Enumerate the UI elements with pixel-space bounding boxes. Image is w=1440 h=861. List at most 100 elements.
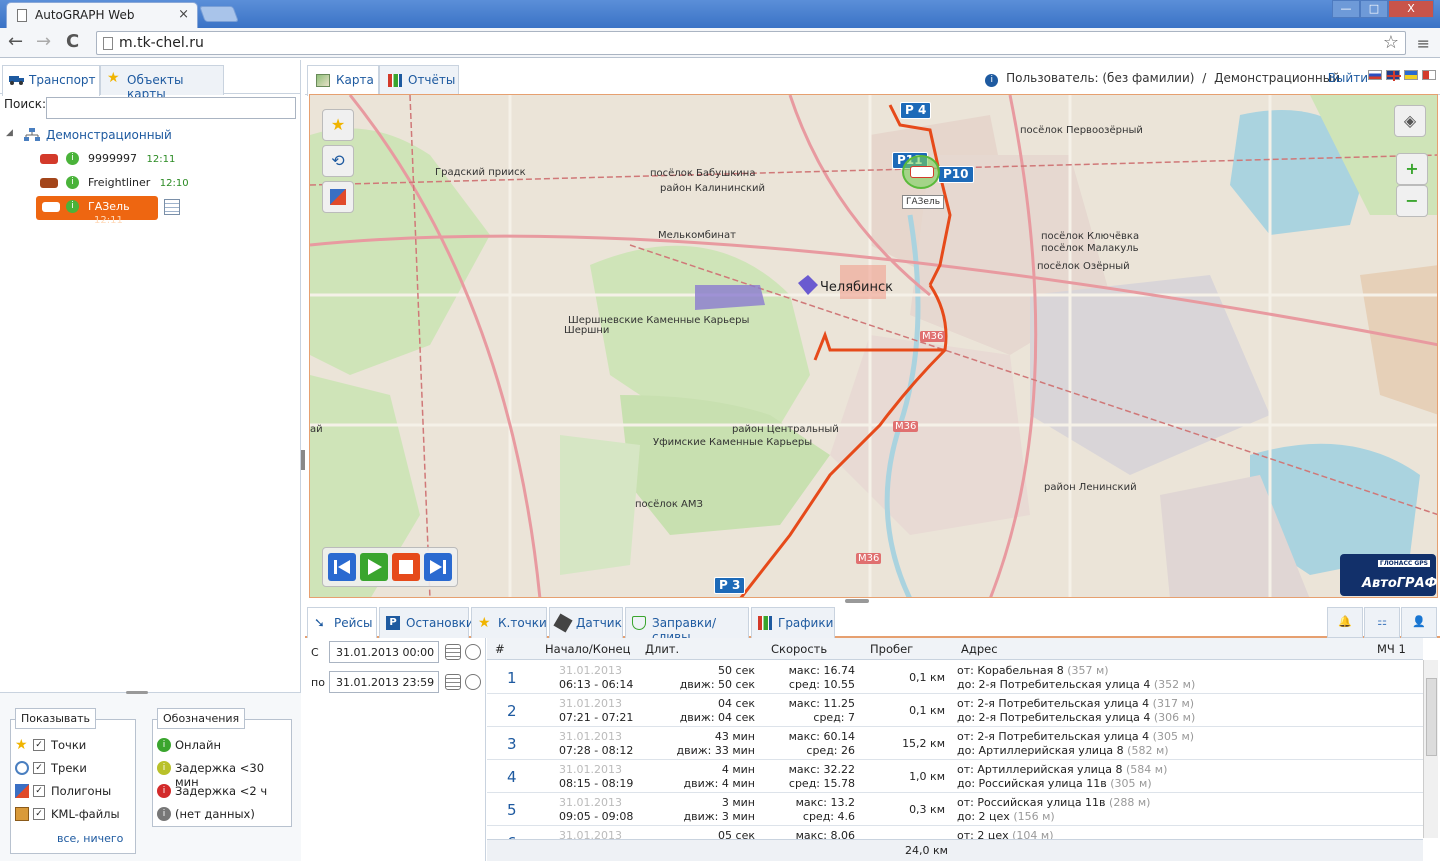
show-kml-row[interactable]: ✓ KML-файлы <box>11 803 135 826</box>
map-label: посёлок Бабушкина <box>650 168 756 179</box>
vehicle-item[interactable]: i 9999997 12:11 <box>4 148 298 172</box>
tab-stops[interactable]: P Остановки <box>379 607 474 638</box>
star-icon: ★ <box>15 737 28 753</box>
address-bar[interactable]: m.tk-chel.ru ☆ <box>96 31 1406 55</box>
close-tab-icon[interactable]: × <box>178 7 189 22</box>
flag-ua-icon[interactable] <box>1404 70 1418 80</box>
new-tab-button[interactable] <box>199 6 239 22</box>
tab-reports[interactable]: Отчёты <box>379 65 459 95</box>
parking-marker[interactable]: P 4 <box>900 102 932 119</box>
col-header[interactable]: Адрес <box>961 642 998 656</box>
tab-charts[interactable]: Графики <box>751 607 835 638</box>
tab-sensor[interactable]: Датчик <box>549 607 623 638</box>
tab-map[interactable]: Карта <box>307 65 379 96</box>
zoom-out-button[interactable]: − <box>1396 185 1428 217</box>
maximize-button[interactable]: □ <box>1360 0 1388 18</box>
clock-icon[interactable] <box>465 674 481 690</box>
favorite-points-button[interactable]: ★ <box>322 109 354 141</box>
user-button[interactable]: 👤 <box>1401 607 1437 638</box>
col-header[interactable]: Скорость <box>771 642 827 656</box>
forward-icon[interactable]: → <box>36 32 51 52</box>
browser-tab[interactable]: AutoGRAPH Web × <box>6 2 198 28</box>
trip-moving-duration: движ: 33 мин <box>676 744 755 757</box>
col-header[interactable]: Начало/Конец <box>545 642 630 656</box>
browser-toolbar: ← → C m.tk-chel.ru ☆ ≡ <box>0 28 1440 58</box>
forward-end-button[interactable] <box>424 553 452 581</box>
legend-delay-2h-label: Задержка <2 ч <box>175 784 268 798</box>
date-from-input[interactable]: 31.01.2013 00:00 <box>329 641 439 663</box>
minimize-button[interactable]: — <box>1332 0 1360 18</box>
kml-checkbox[interactable]: ✓ <box>33 808 45 820</box>
table-scrollbar[interactable] <box>1423 660 1438 838</box>
table-row[interactable]: 5 31.01.2013 09:05 - 09:08 3 мин движ: 3 мин… <box>487 793 1423 826</box>
col-header[interactable]: МЧ 1 <box>1377 642 1406 656</box>
hierarchy-button[interactable]: ⚏ <box>1364 607 1400 638</box>
polygons-checkbox[interactable]: ✓ <box>33 785 45 797</box>
left-tabs: Транспорт ★ Объекты карты <box>0 62 301 101</box>
close-window-button[interactable]: X <box>1388 0 1434 18</box>
tab-map-objects[interactable]: ★ Объекты карты <box>100 65 224 101</box>
stop-button[interactable] <box>392 553 420 581</box>
parking-marker[interactable]: P 3 <box>714 577 746 594</box>
flag-en-icon[interactable] <box>1386 70 1401 81</box>
left-bottom-panel: Показывать ★ ✓ Точки ✓ Треки ✓ Полигоны … <box>0 691 301 861</box>
bookmark-star-icon[interactable]: ☆ <box>1383 32 1399 53</box>
layers-button[interactable]: ◈ <box>1394 105 1426 137</box>
menu-icon[interactable]: ≡ <box>1417 34 1430 53</box>
vehicle-name: Freightliner <box>88 176 151 189</box>
tab-trips[interactable]: ➘ Рейсы <box>307 607 377 638</box>
status-offline-icon: i <box>157 784 171 798</box>
col-header[interactable]: Длит. <box>645 642 679 656</box>
polygons-button[interactable] <box>322 181 354 213</box>
map-label-city: Челябинск <box>820 280 894 295</box>
scrollbar-thumb[interactable] <box>1426 678 1437 756</box>
map-label: Градский прииск <box>435 167 526 178</box>
tracks-checkbox[interactable]: ✓ <box>33 762 45 774</box>
table-row[interactable]: 4 31.01.2013 08:15 - 08:19 4 мин движ: 4 мин… <box>487 760 1423 793</box>
col-header[interactable]: # <box>495 642 505 656</box>
tab-transport[interactable]: Транспорт <box>2 65 100 96</box>
map-splitter-handle[interactable] <box>845 599 869 603</box>
autograph-logo: ГЛОНАСС GPS АвтоГРАФ <box>1340 554 1437 596</box>
tab-refuels[interactable]: Заправки/сливы <box>625 607 749 644</box>
parking-marker[interactable]: P10 <box>938 166 974 183</box>
points-checkbox[interactable]: ✓ <box>33 739 45 751</box>
user-separator: / <box>1202 71 1207 85</box>
online-status-icon: i <box>66 176 79 189</box>
status-online-icon: i <box>157 738 171 752</box>
clock-icon[interactable] <box>465 644 481 660</box>
flag-other-icon[interactable] <box>1422 70 1436 80</box>
vehicle-details-icon[interactable] <box>164 199 180 215</box>
zoom-in-button[interactable]: + <box>1396 153 1428 185</box>
show-points-row[interactable]: ★ ✓ Точки <box>11 734 135 757</box>
alert-bell-button[interactable]: 🔔 <box>1327 607 1363 638</box>
show-polygons-row[interactable]: ✓ Полигоны <box>11 780 135 803</box>
logout-link[interactable]: Выйти <box>1328 71 1368 85</box>
play-button[interactable] <box>360 553 388 581</box>
search-input[interactable] <box>46 97 296 119</box>
vehicle-marker-icon[interactable] <box>902 155 940 189</box>
tracks-button[interactable]: ⟲ <box>322 145 354 177</box>
tab-checkpoints[interactable]: ★ К.точки <box>471 607 547 638</box>
table-row[interactable]: 2 31.01.2013 07:21 - 07:21 04 сек движ: 04 с… <box>487 694 1423 727</box>
date-to-input[interactable]: 31.01.2013 23:59 <box>329 671 439 693</box>
calendar-icon[interactable] <box>445 644 461 660</box>
table-row[interactable]: 1 31.01.2013 06:13 - 06:14 50 сек движ: 50 с… <box>487 661 1423 694</box>
calendar-icon[interactable] <box>445 674 461 690</box>
reload-icon[interactable]: C <box>66 32 79 52</box>
rewind-start-button[interactable] <box>328 553 356 581</box>
col-header[interactable]: Пробег <box>870 642 913 656</box>
resize-handle[interactable] <box>126 691 148 694</box>
table-row[interactable]: 3 31.01.2013 07:28 - 08:12 43 мин движ: 33 м… <box>487 727 1423 760</box>
main-area: Карта Отчёты i Пользователь: (без фамили… <box>305 60 1440 861</box>
back-icon[interactable]: ← <box>8 32 23 52</box>
map-view[interactable]: ★ ⟲ ◈ + − Градский прииск посёлок Бабушк… <box>309 94 1438 598</box>
show-tracks-row[interactable]: ✓ Треки <box>11 757 135 780</box>
collapse-icon[interactable]: ◢ <box>6 128 13 138</box>
all-none-link[interactable]: все, ничего <box>57 832 123 845</box>
tree-root-group[interactable]: ◢ Демонстрационный <box>4 126 298 148</box>
vehicle-item-selected[interactable]: i ГАЗель 12:11 <box>36 196 158 226</box>
vehicle-item[interactable]: i Freightliner 12:10 <box>4 172 298 196</box>
trip-address: от: 2-я Потребительская улица 4 (305 м) д… <box>957 730 1194 758</box>
flag-ru-icon[interactable] <box>1368 70 1382 80</box>
